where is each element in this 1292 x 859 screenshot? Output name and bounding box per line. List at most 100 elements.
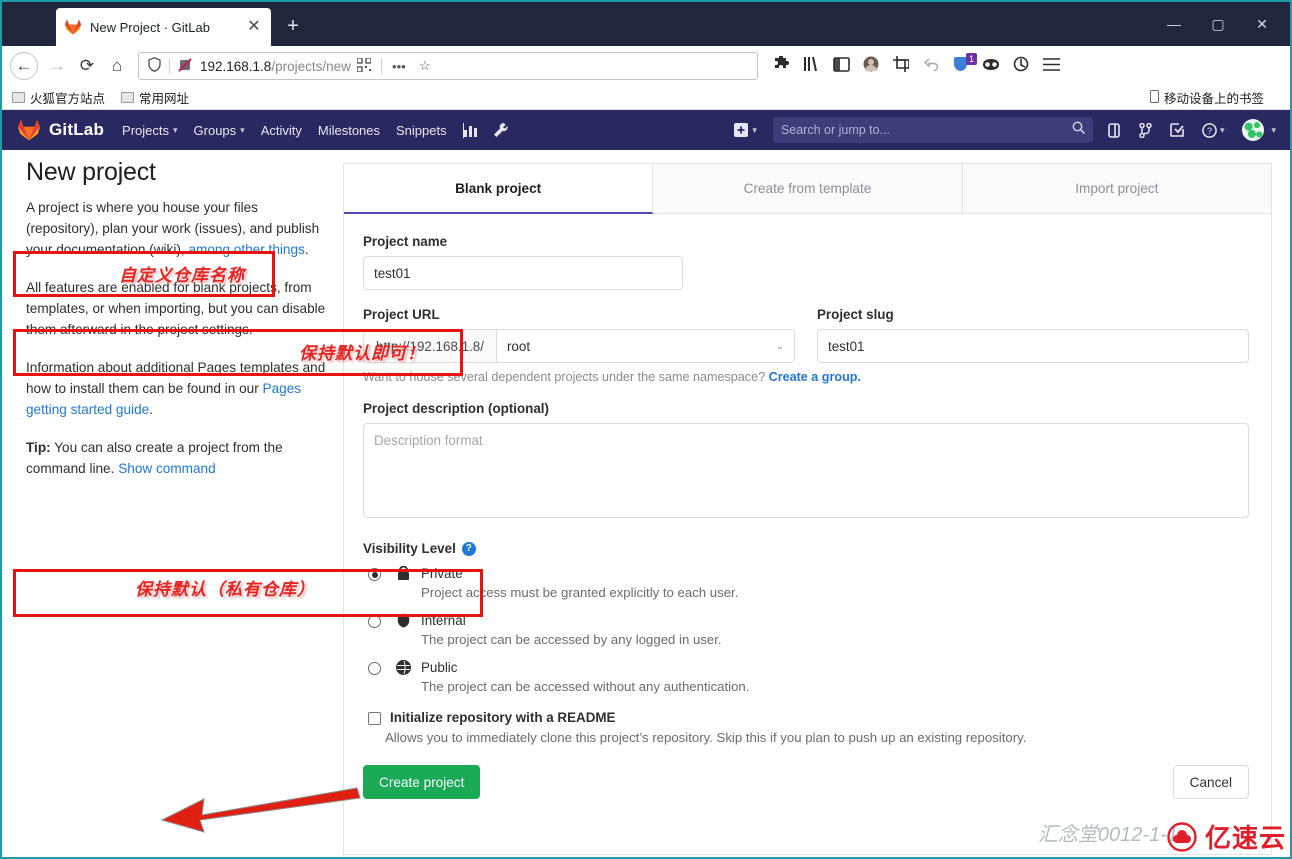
- among-other-things-link[interactable]: among other things: [188, 242, 304, 257]
- nav-projects[interactable]: Projects ▾: [122, 123, 178, 138]
- issues-icon[interactable]: [1139, 122, 1152, 138]
- visibility-option-public[interactable]: Public The project can be accessed witho…: [363, 659, 1249, 694]
- project-url-input-group[interactable]: http://192.168.1.8/ root ⌄: [363, 329, 795, 363]
- page-actions-icon[interactable]: •••: [386, 59, 412, 74]
- close-icon[interactable]: ✕: [245, 19, 263, 35]
- new-dropdown-button[interactable]: ▾: [734, 123, 757, 137]
- nav-snippets[interactable]: Snippets: [396, 123, 447, 138]
- bookmark-label: 常用网址: [139, 92, 190, 106]
- readme-checkbox[interactable]: [368, 712, 381, 725]
- tab-import-project[interactable]: Import project: [962, 164, 1271, 213]
- pocket-badge-icon[interactable]: 1: [946, 53, 977, 76]
- wrench-admin-icon[interactable]: [493, 122, 508, 138]
- maximize-icon[interactable]: ▢: [1196, 9, 1240, 39]
- chevron-down-icon: ▾: [173, 124, 178, 135]
- account-avatar-icon[interactable]: [856, 56, 886, 76]
- shield-icon: [393, 612, 413, 628]
- search-input[interactable]: [780, 123, 1072, 137]
- screenshot-icon[interactable]: [886, 56, 916, 76]
- minimize-icon[interactable]: —: [1152, 9, 1196, 39]
- gitlab-brand[interactable]: GitLab: [49, 120, 104, 140]
- puzzle-extension-icon[interactable]: [766, 54, 796, 77]
- project-description-textarea[interactable]: [363, 423, 1249, 518]
- home-icon[interactable]: ⌂: [102, 51, 132, 81]
- nav-groups[interactable]: Groups ▾: [194, 123, 245, 138]
- bookmark-star-icon[interactable]: ☆: [412, 58, 438, 74]
- browser-tab[interactable]: New Project · GitLab ✕: [56, 8, 271, 46]
- user-menu[interactable]: ▾: [1242, 119, 1276, 141]
- new-project-panel: Blank project Create from template Impor…: [343, 163, 1272, 855]
- library-icon[interactable]: [796, 56, 826, 76]
- tab-create-from-template[interactable]: Create from template: [653, 164, 963, 213]
- tab-blank-project[interactable]: Blank project: [344, 164, 654, 214]
- close-window-icon[interactable]: ✕: [1240, 9, 1284, 39]
- browser-titlebar: New Project · GitLab ✕ + — ▢ ✕: [2, 2, 1290, 46]
- namespace-select[interactable]: root ⌄: [497, 330, 794, 362]
- radio-public[interactable]: [368, 662, 381, 675]
- help-question-icon[interactable]: ?: [461, 541, 476, 556]
- url-slug-row: Project URL http://192.168.1.8/ root ⌄ P…: [363, 307, 1249, 363]
- visibility-public-name: Public: [421, 660, 458, 675]
- mask-icon[interactable]: [976, 58, 1006, 75]
- form-actions: Create project Cancel: [363, 765, 1249, 799]
- reload-icon[interactable]: ⟳: [72, 51, 102, 81]
- features-paragraph: All features are enabled for blank proje…: [26, 280, 326, 337]
- cancel-button[interactable]: Cancel: [1172, 765, 1249, 799]
- divider: [169, 58, 170, 74]
- new-tab-button[interactable]: +: [280, 14, 306, 40]
- pages-text-b: .: [149, 402, 153, 417]
- back-icon[interactable]: ←: [10, 52, 38, 80]
- avatar: [1242, 119, 1265, 141]
- show-command-link[interactable]: Show command: [118, 461, 215, 476]
- hamburger-menu-icon[interactable]: [1036, 57, 1066, 75]
- bookmark-item[interactable]: 火狐官方站点: [12, 88, 105, 107]
- create-project-button[interactable]: Create project: [363, 765, 481, 799]
- visibility-option-private[interactable]: Private Project access must be granted e…: [363, 565, 1249, 600]
- undo-icon[interactable]: [916, 57, 946, 75]
- merge-request-icon[interactable]: [1107, 122, 1121, 138]
- gitlab-navbar: GitLab Projects ▾ Groups ▾ Activity Mile…: [2, 110, 1290, 150]
- project-url-label: Project URL: [363, 307, 440, 322]
- create-group-link[interactable]: Create a group.: [769, 370, 861, 384]
- visibility-level-label: Visibility Level: [363, 541, 456, 556]
- window-controls: — ▢ ✕: [1152, 2, 1284, 46]
- help-question-icon[interactable]: ? ▾: [1202, 122, 1225, 138]
- tip-paragraph: Tip: You can also create a project from …: [26, 437, 326, 479]
- project-slug-group: Project slug: [817, 307, 1249, 363]
- mobile-bookmarks-item[interactable]: 移动设备上的书签: [1149, 88, 1264, 107]
- search-box[interactable]: [772, 117, 1093, 143]
- bookmark-item[interactable]: 常用网址: [121, 88, 189, 107]
- visibility-option-internal[interactable]: Internal The project can be accessed by …: [363, 612, 1249, 647]
- globe-icon: [393, 659, 413, 675]
- folder-icon: [12, 92, 25, 103]
- sidebar-icon[interactable]: [826, 56, 856, 76]
- sync-icon[interactable]: [1006, 56, 1036, 76]
- helper-text: Want to house several dependent projects…: [363, 370, 769, 384]
- visibility-internal-desc: The project can be accessed by any logge…: [421, 632, 722, 647]
- radio-internal[interactable]: [368, 615, 381, 628]
- tip-label: Tip:: [26, 440, 51, 455]
- analytics-chart-icon[interactable]: [462, 122, 479, 138]
- nav-activity[interactable]: Activity: [261, 123, 302, 138]
- url-text: 192.168.1.8/projects/new: [196, 59, 351, 74]
- address-bar[interactable]: 192.168.1.8/projects/new ••• ☆: [138, 52, 758, 80]
- chevron-down-icon: ▾: [1219, 124, 1225, 135]
- shield-icon[interactable]: [143, 56, 165, 75]
- radio-private[interactable]: [368, 568, 381, 581]
- mobile-bookmarks-label: 移动设备上的书签: [1163, 92, 1264, 106]
- folder-icon: [121, 92, 135, 103]
- project-description-label: Project description (optional): [363, 401, 549, 416]
- forward-icon[interactable]: →: [42, 51, 72, 81]
- qr-code-icon[interactable]: [351, 56, 377, 75]
- gitlab-logo-icon[interactable]: [16, 118, 42, 142]
- search-icon[interactable]: [1072, 121, 1086, 139]
- project-slug-input[interactable]: [817, 329, 1249, 363]
- nav-milestones[interactable]: Milestones: [318, 123, 380, 138]
- annotation-visibility: 保持默认（私有仓库）: [135, 580, 315, 599]
- todos-icon[interactable]: [1170, 123, 1184, 137]
- visibility-public-desc: The project can be accessed without any …: [421, 679, 750, 694]
- project-name-input[interactable]: [363, 256, 683, 290]
- chevron-down-icon: ▾: [240, 124, 245, 135]
- reader-strikethrough-icon[interactable]: [174, 57, 196, 75]
- readme-option[interactable]: Initialize repository with a README: [363, 710, 1249, 725]
